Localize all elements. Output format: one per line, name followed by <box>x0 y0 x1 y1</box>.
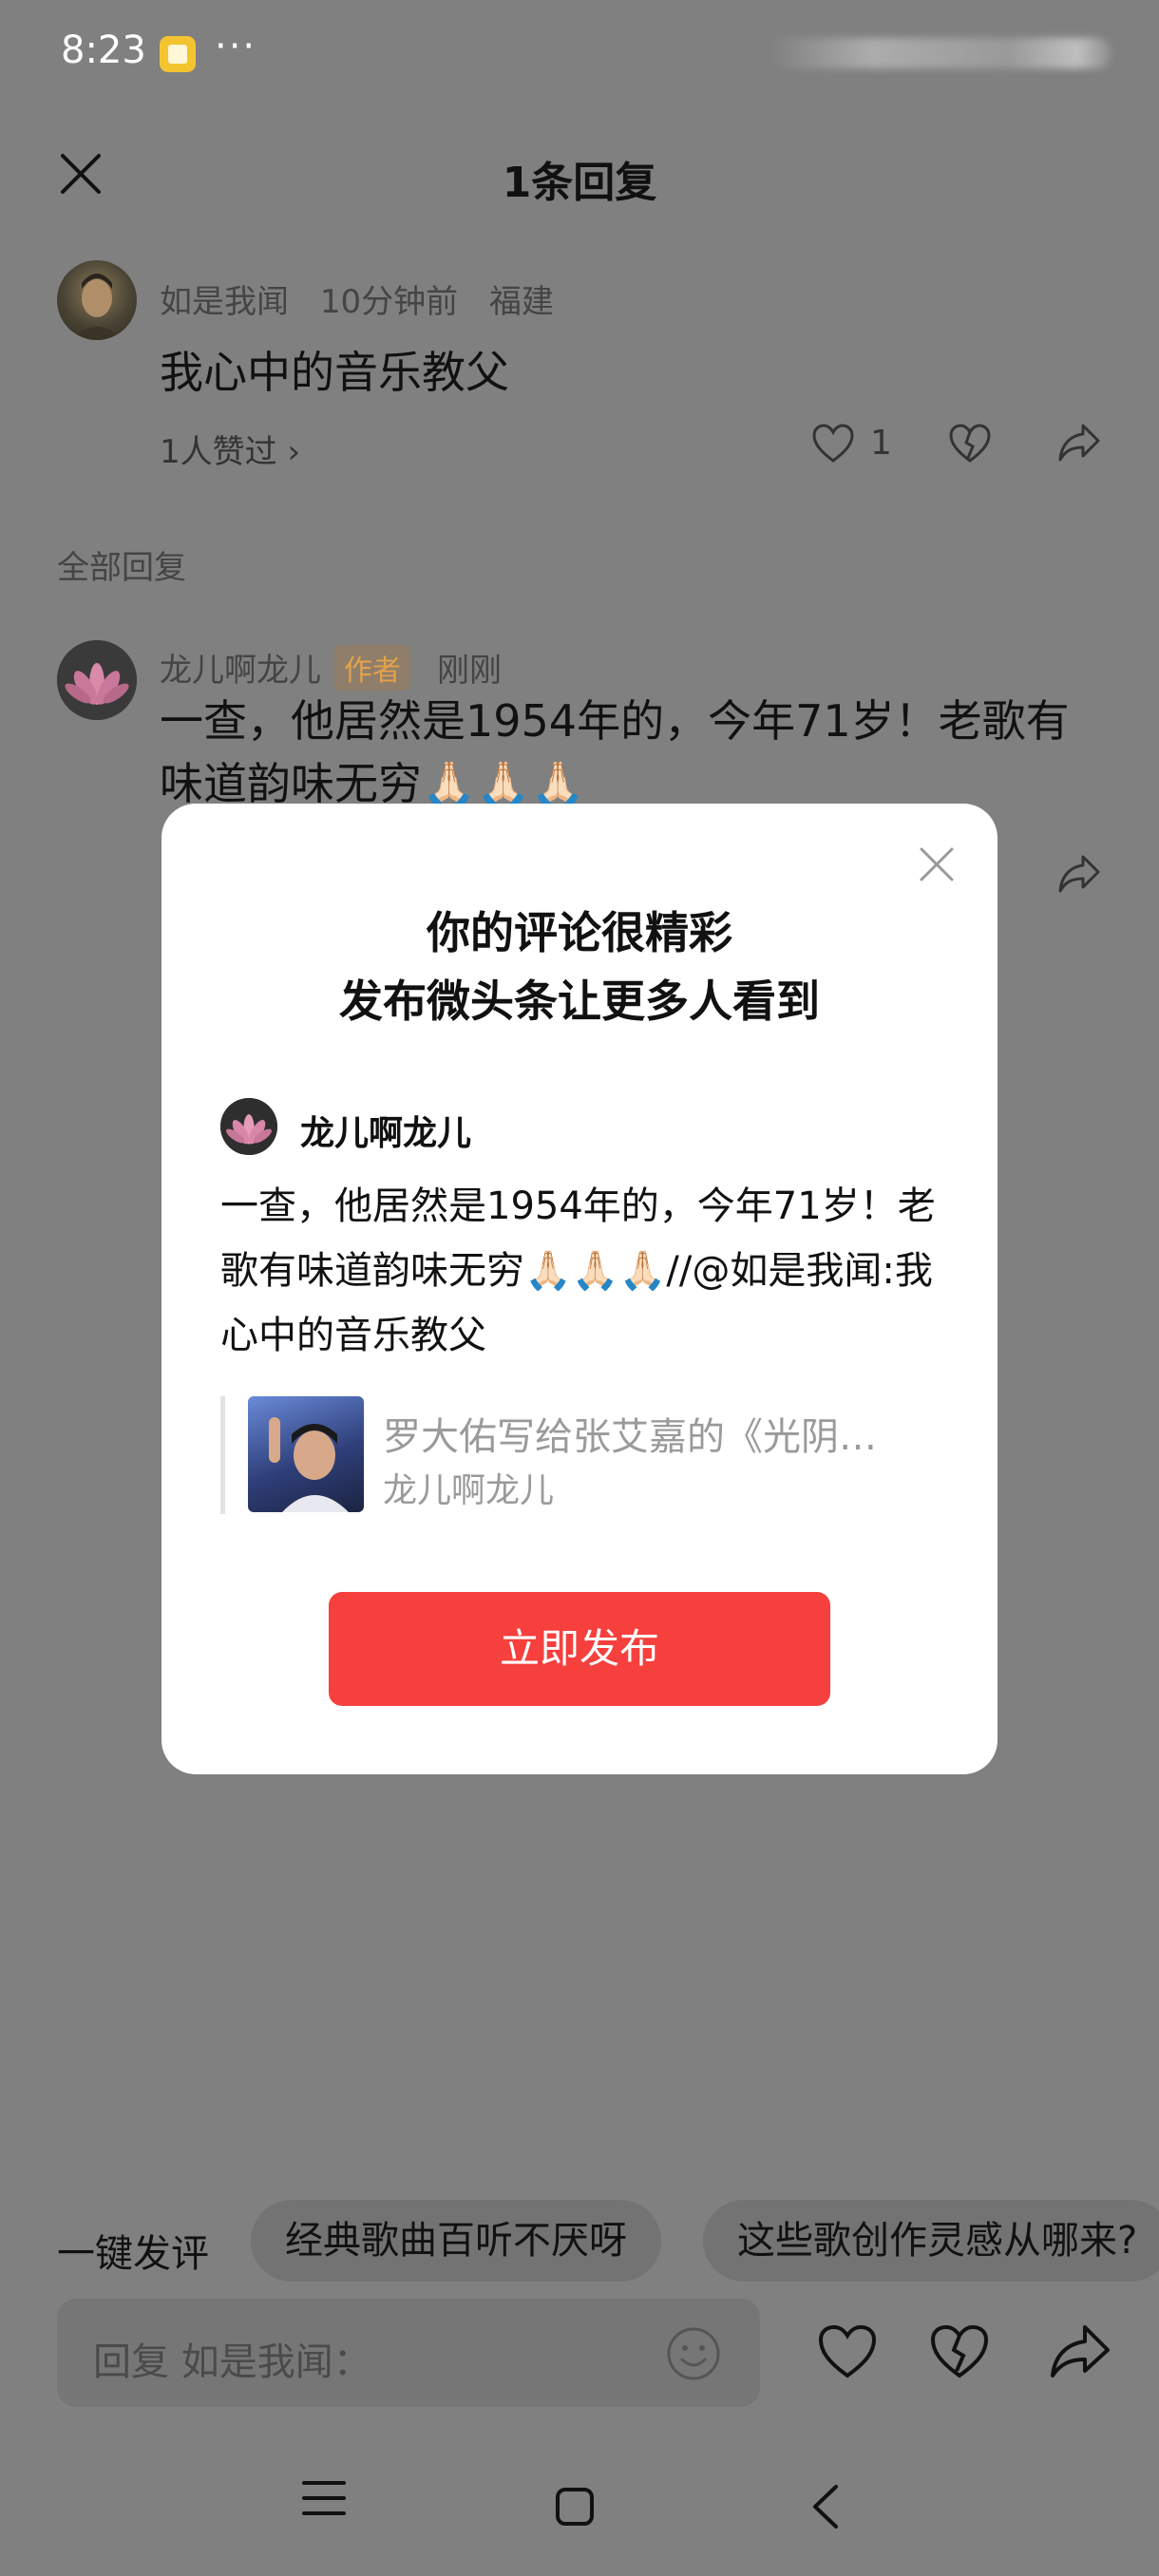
article-title: 罗大佑写给张艾嘉的《光阴… <box>383 1415 877 1459</box>
like-icon[interactable] <box>817 2323 878 2380</box>
liked-by-link[interactable]: 1人赞过 › <box>160 426 300 472</box>
close-icon[interactable] <box>918 845 956 883</box>
publish-button[interactable]: 立即发布 <box>329 1592 830 1706</box>
author-badge: 作者 <box>334 644 410 691</box>
publish-dialog: 你的评论很精彩 发布微头条让更多人看到 龙儿啊龙儿 一查，他居然是1954年的，… <box>162 804 998 1774</box>
menu-nav-icon[interactable] <box>302 2479 346 2517</box>
reply-input-placeholder: 回复 如是我闻： <box>93 2340 371 2384</box>
quoted-article[interactable]: 罗大佑写给张艾嘉的《光阴… 龙儿啊龙儿 <box>220 1396 904 1514</box>
article-thumbnail <box>248 1396 364 1512</box>
dialog-title: 你的评论很精彩 <box>427 907 732 958</box>
back-nav-icon[interactable] <box>809 2483 842 2530</box>
quick-comment-chip[interactable]: 经典歌曲百听不厌呀 <box>251 2200 661 2282</box>
emoji-icon[interactable] <box>665 2325 722 2382</box>
like-icon[interactable] <box>811 424 855 464</box>
reply-text[interactable]: 一查，他居然是1954年的，今年71岁！老歌有味道韵味无穷🙏🏻🙏🏻🙏🏻 <box>160 690 1110 815</box>
sheet-title: 1条回复 <box>502 159 657 207</box>
quick-comment-chip[interactable]: 这些歌创作灵感从哪来? <box>703 2200 1159 2282</box>
comment-text[interactable]: 我心中的音乐教父 <box>160 338 509 401</box>
dislike-icon[interactable] <box>948 424 992 464</box>
avatar[interactable] <box>57 640 137 720</box>
dialog-post-text: 一查，他居然是1954年的，今年71岁！老歌有味道韵味无穷🙏🏻🙏🏻🙏🏻//@如是… <box>220 1184 936 1357</box>
notes-app-icon <box>160 36 196 72</box>
share-icon[interactable] <box>1049 2323 1112 2380</box>
comment-location: 福建 <box>488 283 554 321</box>
reply-meta: 龙儿啊龙儿 作者 刚刚 <box>160 644 502 691</box>
status-time: 8:23 <box>61 28 146 72</box>
reply-input[interactable]: 回复 如是我闻： <box>57 2299 760 2407</box>
article-author: 龙儿啊龙儿 <box>383 1471 555 1510</box>
dislike-icon[interactable] <box>929 2323 990 2380</box>
comment-meta: 如是我闻 10分钟前 福建 <box>160 275 575 322</box>
more-notifications-icon: ··· <box>215 25 257 68</box>
comment-time: 10分钟前 <box>319 283 459 321</box>
reply-share-icon[interactable] <box>1056 853 1102 895</box>
dialog-subtitle: 发布微头条让更多人看到 <box>339 975 820 1027</box>
lotus-avatar-image <box>220 1098 277 1155</box>
reply-author[interactable]: 龙儿啊龙儿 <box>160 644 321 691</box>
home-nav-icon[interactable] <box>555 2487 595 2527</box>
share-icon[interactable] <box>1056 422 1102 464</box>
status-indicators <box>770 38 1112 68</box>
avatar[interactable] <box>57 260 137 340</box>
avatar <box>220 1098 277 1155</box>
lotus-avatar-image <box>57 640 137 720</box>
all-replies-label: 全部回复 <box>57 549 186 587</box>
quick-comment-label: 一键发评 <box>57 2232 209 2276</box>
status-bar: 8:23 ··· <box>0 0 1159 106</box>
reply-time: 刚刚 <box>437 652 502 690</box>
like-count: 1 <box>870 424 892 463</box>
comment-author[interactable]: 如是我闻 <box>160 283 289 321</box>
article-thumbnail-image <box>269 1417 349 1512</box>
dialog-username: 龙儿啊龙儿 <box>300 1114 472 1153</box>
portrait-avatar-image <box>70 274 124 340</box>
